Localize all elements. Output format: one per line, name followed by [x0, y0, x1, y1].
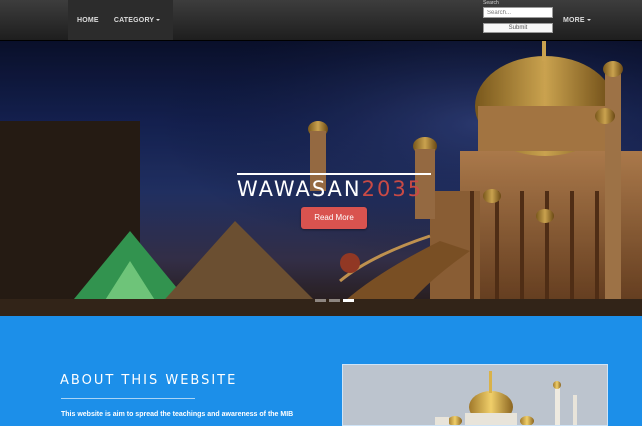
carousel-indicators [315, 299, 354, 302]
submit-button[interactable]: Submit [483, 23, 553, 33]
nav-category-label: CATEGORY [113, 16, 155, 24]
nav-home-link[interactable]: HOME [71, 17, 105, 24]
hero-title-main: WAWASAN [237, 177, 362, 201]
hero-carousel: WAWASAN2035 Read More [0, 41, 642, 316]
nav-category-dropdown[interactable]: CATEGORY [108, 17, 167, 24]
hero-title-accent: 2035 [361, 177, 424, 201]
nav-more-label: MORE [557, 17, 597, 24]
hero-title: WAWASAN2035 [237, 173, 431, 201]
nav-more-dropdown[interactable]: MORE [557, 0, 597, 40]
search-form: Search Submit [483, 0, 553, 33]
carousel-indicator-active[interactable] [343, 299, 354, 302]
caret-down-icon [586, 18, 591, 21]
carousel-indicator[interactable] [329, 299, 340, 302]
about-description: This website is aim to spread the teachi… [61, 411, 294, 418]
nav-menu: HOME CATEGORY [68, 0, 173, 40]
mosque-photo-image [343, 365, 607, 425]
search-input[interactable] [483, 7, 553, 18]
search-label: Search [483, 0, 499, 6]
mosque-photo [342, 364, 608, 426]
top-navbar: HOME CATEGORY Search Submit MORE [0, 0, 642, 41]
carousel-indicator[interactable] [315, 299, 326, 302]
about-section-title: ABOUT THIS WEBSITE [60, 373, 238, 388]
read-more-button[interactable]: Read More [301, 207, 367, 229]
about-title-underline [61, 398, 195, 399]
caret-down-icon [156, 18, 161, 21]
